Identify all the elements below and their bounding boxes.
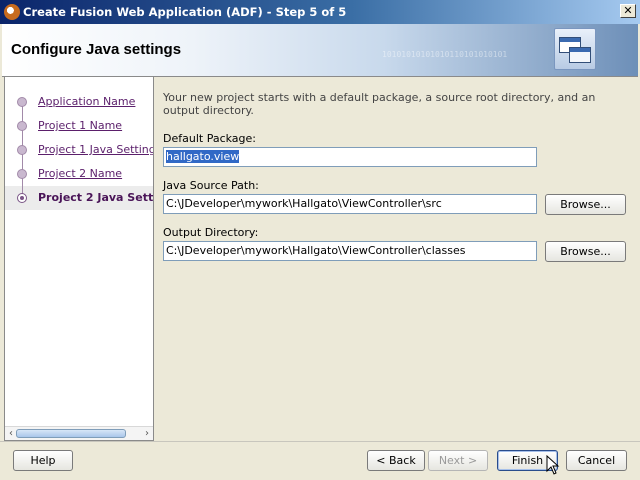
- footer-divider: [0, 441, 640, 442]
- nav-item-project-1-java-settings[interactable]: Project 1 Java Settings: [5, 138, 153, 162]
- java-cup-icon: [4, 4, 20, 20]
- step-node-icon: [17, 121, 27, 131]
- java-source-path-label: Java Source Path:: [163, 179, 259, 192]
- nav-item-label[interactable]: Project 1 Name: [38, 119, 122, 132]
- nav-item-label[interactable]: Application Name: [38, 95, 135, 108]
- nav-item-label[interactable]: Project 2 Java Settings: [38, 191, 153, 204]
- wizard-header: Configure Java settings 1010101010101011…: [2, 24, 638, 77]
- default-package-value: hallgato.view: [166, 150, 240, 163]
- back-button[interactable]: < Back: [367, 450, 425, 471]
- settings-content: Your new project starts with a default p…: [155, 77, 638, 441]
- help-button[interactable]: Help: [13, 450, 73, 471]
- java-source-path-input[interactable]: C:\JDeveloper\mywork\Hallgato\ViewContro…: [163, 194, 537, 214]
- nav-item-project-1-name[interactable]: Project 1 Name: [5, 114, 153, 138]
- close-button[interactable]: ✕: [620, 4, 636, 18]
- step-node-icon: [17, 145, 27, 155]
- default-package-label: Default Package:: [163, 132, 256, 145]
- scroll-right-icon[interactable]: ›: [141, 427, 153, 440]
- nav-item-label[interactable]: Project 2 Name: [38, 167, 122, 180]
- step-node-icon: [17, 169, 27, 179]
- nav-item-project-2-name[interactable]: Project 2 Name: [5, 162, 153, 186]
- output-directory-input[interactable]: C:\JDeveloper\mywork\Hallgato\ViewContro…: [163, 241, 537, 261]
- nav-item-application-name[interactable]: Application Name: [5, 90, 153, 114]
- output-directory-label: Output Directory:: [163, 226, 259, 239]
- description-text: Your new project starts with a default p…: [163, 91, 596, 117]
- scrollbar-thumb[interactable]: [16, 429, 126, 438]
- step-node-icon: [17, 97, 27, 107]
- page-title: Configure Java settings: [11, 41, 182, 58]
- current-step-node-icon: [17, 193, 27, 203]
- mouse-pointer-icon: [546, 455, 560, 475]
- default-package-input[interactable]: hallgato.view: [163, 147, 537, 167]
- nav-item-label[interactable]: Project 1 Java Settings: [38, 143, 153, 156]
- browse-source-button[interactable]: Browse...: [545, 194, 626, 215]
- binary-decoration: 10101010101010110101010101: [382, 50, 508, 59]
- window-title: Create Fusion Web Application (ADF) - St…: [23, 5, 347, 19]
- title-bar: Create Fusion Web Application (ADF) - St…: [0, 0, 640, 24]
- windows-icon: [554, 28, 596, 70]
- next-button[interactable]: Next >: [428, 450, 488, 471]
- wizard-steps-panel: Application Name Project 1 Name Project …: [4, 77, 154, 441]
- nav-horizontal-scrollbar[interactable]: ‹ ›: [5, 426, 153, 440]
- browse-output-button[interactable]: Browse...: [545, 241, 626, 262]
- cancel-button[interactable]: Cancel: [566, 450, 627, 471]
- nav-item-project-2-java-settings[interactable]: Project 2 Java Settings: [5, 186, 153, 210]
